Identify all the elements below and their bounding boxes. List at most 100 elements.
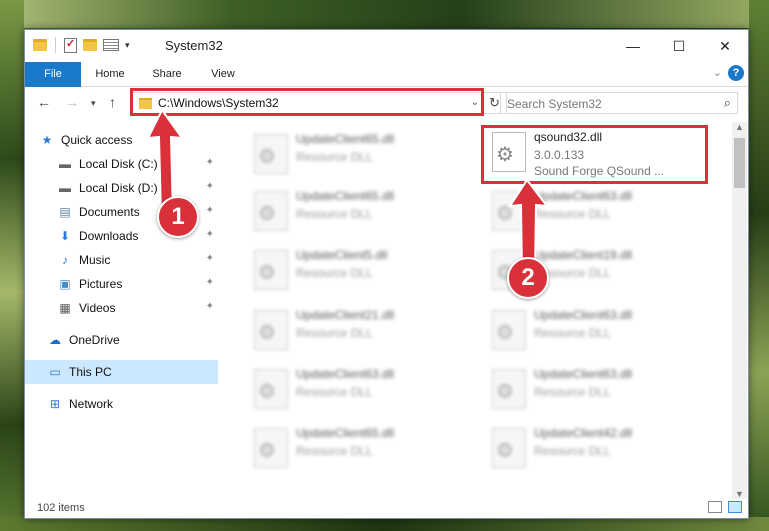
view-switcher <box>708 501 742 513</box>
sidebar-item-label: Videos <box>79 301 116 315</box>
sidebar-item-quick-access[interactable]: ★ Quick access <box>39 128 232 152</box>
step1-badge: 1 <box>157 196 199 238</box>
vertical-scrollbar[interactable]: ▲ ▼ <box>732 122 747 499</box>
file-item[interactable]: ⚙ UpdateClient65.dll Resource DLL <box>246 422 474 474</box>
sidebar-item-this-pc[interactable]: ▭ This PC <box>25 360 218 384</box>
sidebar-item-network[interactable]: ⊞ Network <box>25 392 218 416</box>
scrollbar-thumb[interactable] <box>734 138 745 188</box>
sidebar-item-onedrive[interactable]: ☁ OneDrive <box>25 328 218 352</box>
desktop-wallpaper-bottom <box>0 517 769 531</box>
file-item[interactable]: ⚙ UpdateClient63.dll Resource DLL <box>246 363 474 415</box>
close-button[interactable]: ✕ <box>702 30 748 62</box>
file-highlight-box <box>481 125 708 184</box>
file-item[interactable]: ⚙ UpdateClient5.dll Resource DLL <box>246 244 474 296</box>
tab-share[interactable]: Share <box>142 62 192 87</box>
file-name: UpdateClient21.dll <box>296 308 395 322</box>
file-type: Resource DLL <box>296 326 373 340</box>
details-view-icon[interactable] <box>708 501 722 513</box>
sidebar-item-label: Music <box>79 253 111 267</box>
pin-icon[interactable]: ✦ <box>206 205 214 216</box>
pin-icon[interactable]: ✦ <box>206 157 214 168</box>
pin-icon[interactable]: ✦ <box>206 253 214 264</box>
gear-icon: ⚙ <box>258 203 276 225</box>
desktop-wallpaper-left <box>0 0 24 531</box>
file-name: UpdateClient63.dll <box>296 367 395 381</box>
sidebar-item-label: Network <box>69 397 114 411</box>
expand-ribbon-icon[interactable]: ⌄ <box>713 66 722 79</box>
music-icon: ♪ <box>62 253 68 267</box>
sidebar-item-pictures[interactable]: ▣ Pictures ✦ <box>25 272 218 296</box>
properties-icon[interactable] <box>64 37 77 53</box>
maximize-button[interactable]: ☐ <box>656 30 702 62</box>
up-arrow-icon[interactable]: ↑ <box>109 94 116 110</box>
sidebar-item-music[interactable]: ♪ Music ✦ <box>25 248 218 272</box>
sidebar-item-label: Documents <box>79 205 140 219</box>
gear-icon: ⚙ <box>258 146 276 168</box>
toolbar-separator <box>55 37 56 53</box>
file-name: UpdateClient65.dll <box>296 426 395 440</box>
file-item[interactable]: ⚙ UpdateClient65.dll Resource DLL <box>246 185 474 237</box>
download-icon: ⬇ <box>59 229 71 243</box>
file-name: UpdateClient63.dll <box>534 367 633 381</box>
new-folder-icon[interactable] <box>83 39 97 51</box>
search-input[interactable]: Search System32 ⌕ <box>500 92 738 114</box>
network-icon: ⊞ <box>49 397 61 411</box>
pin-icon[interactable]: ✦ <box>206 301 214 312</box>
file-type: Resource DLL <box>296 444 373 458</box>
search-icon[interactable]: ⌕ <box>724 95 731 111</box>
file-type: Resource DLL <box>296 385 373 399</box>
pictures-icon: ▣ <box>59 277 71 291</box>
sidebar-item-label: This PC <box>69 365 112 379</box>
sidebar-item-videos[interactable]: ▦ Videos ✦ <box>25 296 218 320</box>
file-type: Resource DLL <box>296 207 373 221</box>
title-bar: ▾ System32 — ☐ ✕ <box>25 30 748 62</box>
back-arrow-icon[interactable]: ← <box>37 94 51 110</box>
tab-view[interactable]: View <box>198 62 248 87</box>
status-bar: 102 items <box>25 498 748 518</box>
desktop-wallpaper-right <box>749 0 769 531</box>
file-item[interactable]: ⚙ UpdateClient21.dll Resource DLL <box>246 304 474 356</box>
documents-icon: ▤ <box>59 205 71 219</box>
chevron-down-icon[interactable]: ▾ <box>125 40 130 51</box>
gear-icon: ⚙ <box>496 381 514 403</box>
gear-icon: ⚙ <box>496 440 514 462</box>
drive-icon: ▬ <box>59 181 71 195</box>
file-item[interactable]: ⚙ UpdateClient63.dll Resource DLL <box>484 304 712 356</box>
pin-icon[interactable]: ✦ <box>206 181 214 192</box>
videos-icon: ▦ <box>59 301 71 315</box>
tiles-view-icon[interactable] <box>728 501 742 513</box>
drive-icon: ▬ <box>59 157 71 171</box>
ribbon-tabs: File Home Share View ⌄ ? <box>25 62 748 87</box>
file-item[interactable]: ⚙ UpdateClient65.dll Resource DLL <box>246 128 474 180</box>
file-type: Resource DLL <box>296 266 373 280</box>
view-options-icon[interactable] <box>103 39 119 51</box>
search-placeholder: Search System32 <box>507 97 602 111</box>
sidebar-item-label: Pictures <box>79 277 123 291</box>
sidebar-item-label: Quick access <box>61 133 133 147</box>
step2-badge: 2 <box>507 257 549 299</box>
minimize-button[interactable]: — <box>610 30 656 62</box>
pin-icon[interactable]: ✦ <box>206 229 214 240</box>
cloud-icon: ☁ <box>49 333 61 347</box>
sidebar-item-label: OneDrive <box>69 333 120 347</box>
gear-icon: ⚙ <box>258 262 276 284</box>
gear-icon: ⚙ <box>258 440 276 462</box>
file-item[interactable]: ⚙ UpdateClient63.dll Resource DLL <box>484 363 712 415</box>
pin-icon[interactable]: ✦ <box>206 277 214 288</box>
star-icon: ★ <box>41 133 53 147</box>
tab-file[interactable]: File <box>25 62 81 87</box>
folder-icon[interactable] <box>33 39 47 51</box>
quick-access-toolbar: ▾ <box>33 37 130 53</box>
help-icon[interactable]: ? <box>728 65 744 81</box>
scroll-up-icon[interactable]: ▲ <box>732 122 747 132</box>
file-item[interactable]: ⚙ UpdateClient42.dll Resource DLL <box>484 422 712 474</box>
file-name: UpdateClient42.dll <box>534 426 633 440</box>
forward-arrow-icon[interactable]: → <box>65 94 79 110</box>
file-type: Resource DLL <box>534 385 611 399</box>
file-type: Resource DLL <box>296 150 373 164</box>
tab-home[interactable]: Home <box>85 62 135 87</box>
file-name: UpdateClient5.dll <box>296 248 388 262</box>
file-type: Resource DLL <box>534 444 611 458</box>
gear-icon: ⚙ <box>258 381 276 403</box>
recent-locations-icon[interactable]: ▾ <box>91 98 96 109</box>
